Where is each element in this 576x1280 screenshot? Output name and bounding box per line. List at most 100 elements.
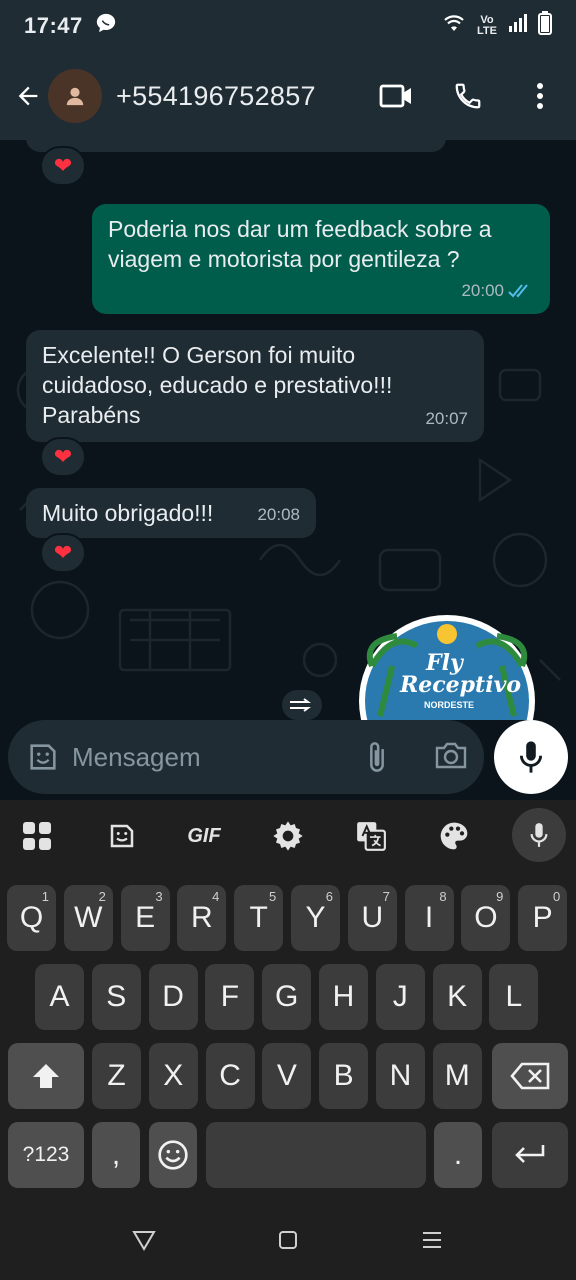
- symbols-key[interactable]: ?123: [8, 1122, 84, 1188]
- settings-gear-icon[interactable]: [262, 812, 314, 860]
- voice-message-button[interactable]: [494, 720, 568, 794]
- message-incoming[interactable]: Muito obrigado!!! 20:08: [26, 488, 316, 538]
- key-b[interactable]: B: [319, 1043, 369, 1109]
- key-label: R: [191, 901, 213, 934]
- chat-area[interactable]: 19:39 ❤ Poderia nos dar um feedback sobr…: [0, 140, 576, 720]
- system-nav-bar: [0, 1200, 576, 1280]
- key-i[interactable]: I8: [404, 885, 454, 951]
- chat-bubble-icon: [95, 12, 117, 40]
- key-u[interactable]: U7: [347, 885, 397, 951]
- message-time: 20:08: [257, 505, 300, 524]
- message-meta: 20:07: [425, 404, 468, 434]
- message-text: Poderia nos dar um feedback sobre a viag…: [108, 216, 492, 272]
- voice-call-icon[interactable]: [432, 70, 504, 122]
- key-label: V: [276, 1059, 297, 1092]
- key-a[interactable]: A: [35, 964, 84, 1030]
- key-l[interactable]: L: [489, 964, 539, 1030]
- key-number-hint: 7: [382, 889, 390, 904]
- nav-home-icon[interactable]: [268, 1220, 308, 1260]
- key-number-hint: 9: [496, 889, 504, 904]
- emoji-icon: [158, 1140, 188, 1170]
- key-s[interactable]: S: [91, 964, 141, 1030]
- avatar[interactable]: [48, 69, 102, 123]
- key-label: W: [74, 901, 103, 934]
- message-input[interactable]: Mensagem: [8, 720, 484, 794]
- battery-icon: [538, 11, 552, 41]
- forward-icon[interactable]: [282, 690, 322, 720]
- message-outgoing[interactable]: Poderia nos dar um feedback sobre a viag…: [92, 204, 550, 314]
- sticker-emoji-icon[interactable]: [26, 740, 60, 774]
- key-w[interactable]: W2: [63, 885, 113, 951]
- key-label: J: [392, 980, 408, 1013]
- key-label: F: [220, 980, 240, 1013]
- key-e[interactable]: E3: [120, 885, 170, 951]
- camera-icon[interactable]: [434, 740, 468, 775]
- message-time: 20:07: [425, 409, 468, 428]
- shift-key[interactable]: [8, 1043, 84, 1109]
- space-key[interactable]: [206, 1122, 426, 1188]
- keyboard: GIF ?123 , . Q1W2E3R4T5Y6U7I8O9P0ASDFGHJ…: [0, 800, 576, 1200]
- attach-icon[interactable]: [364, 740, 390, 779]
- key-k[interactable]: K: [432, 964, 482, 1030]
- key-d[interactable]: D: [148, 964, 198, 1030]
- key-z[interactable]: Z: [92, 1043, 141, 1109]
- key-p[interactable]: P0: [518, 885, 568, 951]
- key-label: Q: [19, 901, 44, 934]
- key-o[interactable]: O9: [461, 885, 511, 951]
- backspace-key[interactable]: [492, 1043, 568, 1109]
- key-number-hint: 1: [41, 889, 49, 904]
- key-t[interactable]: T5: [234, 885, 284, 951]
- key-number-hint: 2: [98, 889, 106, 904]
- period-key[interactable]: .: [434, 1122, 482, 1188]
- key-number-hint: 0: [552, 889, 561, 904]
- palette-icon[interactable]: [428, 812, 480, 860]
- key-number-hint: 4: [212, 889, 220, 904]
- message-time: 20:00: [461, 281, 504, 300]
- key-label: T: [249, 901, 268, 934]
- message-incoming[interactable]: Excelente!! O Gerson foi muito cuidadoso…: [26, 330, 484, 442]
- backspace-icon: [510, 1062, 550, 1090]
- wifi-icon: [442, 13, 466, 39]
- message-incoming-partial[interactable]: 19:39: [26, 140, 446, 152]
- key-y[interactable]: Y6: [291, 885, 340, 951]
- translate-icon[interactable]: [345, 812, 397, 860]
- video-call-icon[interactable]: [360, 70, 432, 122]
- key-f[interactable]: F: [205, 964, 255, 1030]
- key-x[interactable]: X: [148, 1043, 198, 1109]
- contact-name[interactable]: +554196752857: [116, 81, 316, 112]
- nav-back-icon[interactable]: [124, 1220, 164, 1260]
- back-arrow-icon[interactable]: [2, 70, 54, 122]
- key-h[interactable]: H: [319, 964, 368, 1030]
- apps-grid-icon[interactable]: [11, 812, 63, 860]
- key-m[interactable]: M: [432, 1043, 482, 1109]
- comma-key[interactable]: ,: [92, 1122, 140, 1188]
- key-label: A: [49, 980, 70, 1013]
- enter-key[interactable]: [492, 1122, 568, 1188]
- nav-recents-icon[interactable]: [412, 1220, 452, 1260]
- status-time: 17:47: [24, 13, 83, 38]
- key-r[interactable]: R4: [177, 885, 227, 951]
- reaction-heart-icon[interactable]: ❤: [40, 533, 86, 573]
- key-n[interactable]: N: [376, 1043, 425, 1109]
- key-number-hint: 3: [155, 889, 163, 904]
- key-label: I: [424, 901, 434, 934]
- key-label: X: [163, 1059, 184, 1092]
- key-g[interactable]: G: [262, 964, 312, 1030]
- key-q[interactable]: Q1: [7, 885, 56, 951]
- shift-icon: [33, 1064, 59, 1088]
- emoji-key[interactable]: [149, 1122, 197, 1188]
- key-c[interactable]: C: [205, 1043, 255, 1109]
- voice-input-icon[interactable]: [512, 808, 566, 862]
- volte-label: Vo LTE: [477, 14, 497, 37]
- sticker-icon[interactable]: [96, 812, 148, 860]
- reaction-heart-icon[interactable]: ❤: [40, 146, 86, 186]
- read-ticks-icon: [508, 284, 528, 298]
- key-label: U: [361, 901, 384, 934]
- sticker-logo[interactable]: Fly Receptivo NORDESTE: [352, 606, 542, 720]
- gif-button[interactable]: GIF: [178, 812, 230, 860]
- reaction-heart-icon[interactable]: ❤: [40, 437, 86, 477]
- message-time: 19:39: [387, 140, 430, 148]
- key-j[interactable]: J: [375, 964, 425, 1030]
- key-v[interactable]: V: [262, 1043, 312, 1109]
- more-options-icon[interactable]: [504, 70, 576, 122]
